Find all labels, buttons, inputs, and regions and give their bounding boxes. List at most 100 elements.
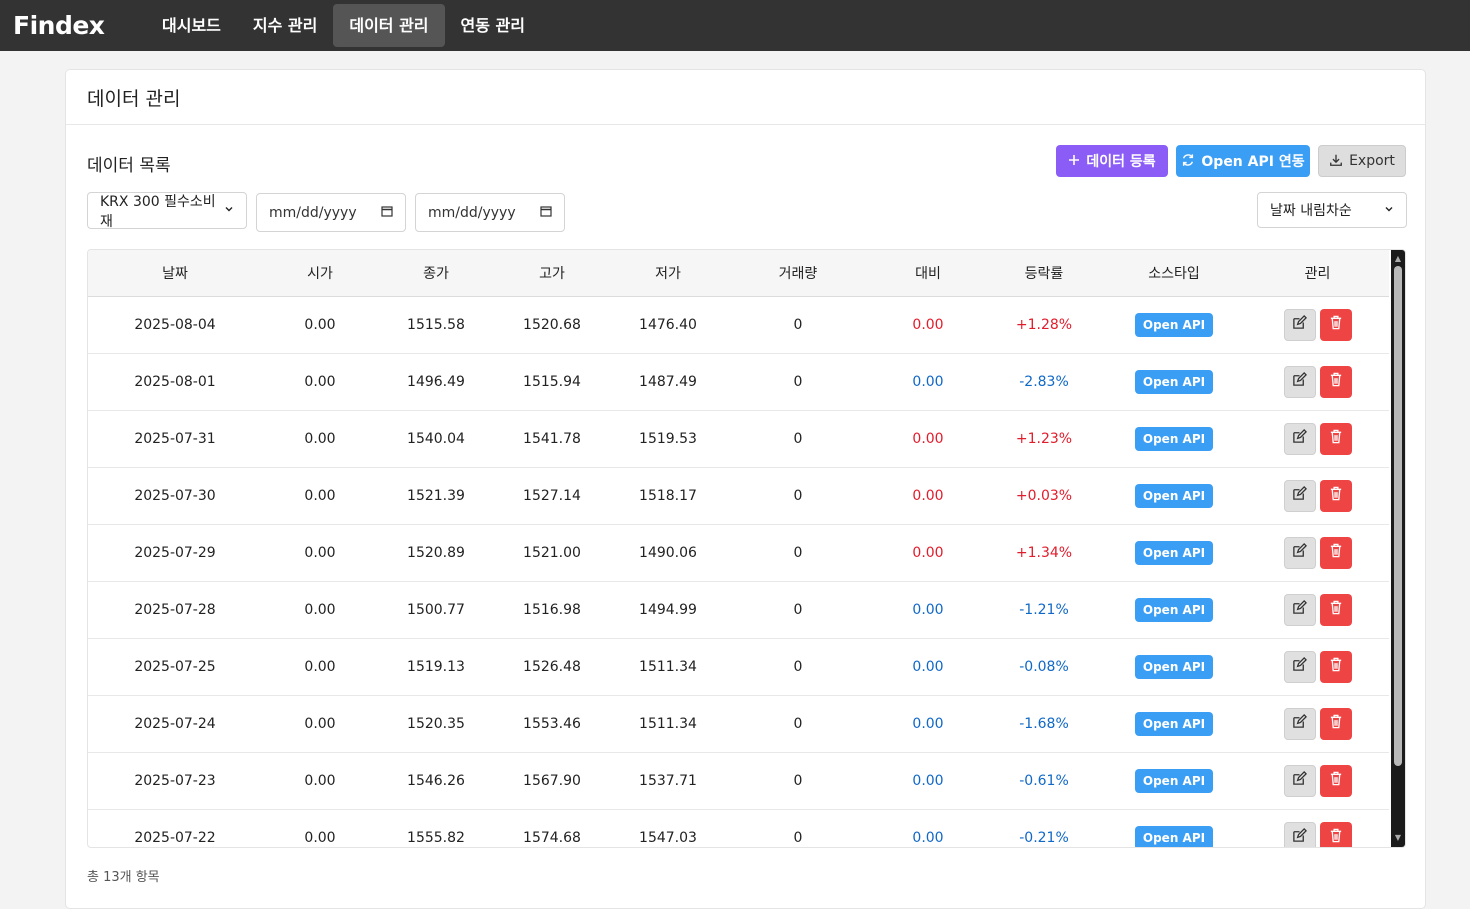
cell-low: 1547.03	[610, 809, 726, 847]
refresh-icon	[1181, 153, 1195, 170]
index-select[interactable]: KRX 300 필수소비재	[87, 192, 247, 230]
plus-icon	[1068, 154, 1080, 169]
cell-rate: +0.03%	[986, 467, 1102, 525]
cell-source-type: Open API	[1102, 410, 1246, 468]
source-type-badge: Open API	[1134, 654, 1214, 679]
cell-source-type: Open API	[1102, 695, 1246, 753]
delete-button[interactable]	[1319, 650, 1352, 683]
table-row: 2025-07-30 0.00 1521.39 1527.14 1518.17 0 0.00…	[88, 467, 1389, 525]
cell-high: 1516.98	[494, 581, 610, 639]
cell-low: 1511.34	[610, 638, 726, 696]
cell-volume: 0	[726, 467, 870, 525]
source-type-badge: Open API	[1134, 426, 1214, 451]
cell-date: 2025-08-04	[88, 296, 262, 354]
cell-high: 1541.78	[494, 410, 610, 468]
edit-button[interactable]	[1283, 764, 1316, 797]
col-date[interactable]: 날짜	[88, 250, 262, 297]
end-date-input[interactable]: mm/dd/yyyy	[415, 193, 565, 232]
cell-low: 1490.06	[610, 524, 726, 582]
cell-low: 1537.71	[610, 752, 726, 810]
cell-date: 2025-08-01	[88, 353, 262, 411]
delete-button[interactable]	[1319, 593, 1352, 626]
delete-button[interactable]	[1319, 707, 1352, 740]
edit-button[interactable]	[1283, 479, 1316, 512]
trash-icon	[1329, 657, 1343, 676]
table-scrollbar[interactable]: ▲ ▼	[1391, 250, 1405, 847]
cell-volume: 0	[726, 296, 870, 354]
trash-icon	[1329, 828, 1343, 847]
filter-bar: KRX 300 필수소비재 mm/dd/yyyy mm/dd/yyyy 날짜 내…	[66, 192, 1425, 232]
trash-icon	[1329, 429, 1343, 448]
delete-button[interactable]	[1319, 821, 1352, 847]
delete-button[interactable]	[1319, 764, 1352, 797]
col-close[interactable]: 종가	[378, 250, 494, 297]
edit-button[interactable]	[1283, 707, 1316, 740]
start-date-input[interactable]: mm/dd/yyyy	[256, 193, 406, 232]
scroll-thumb[interactable]	[1394, 266, 1402, 766]
cell-actions	[1246, 467, 1389, 525]
cell-volume: 0	[726, 581, 870, 639]
calendar-icon[interactable]	[381, 205, 393, 221]
delete-button[interactable]	[1319, 365, 1352, 398]
nav-data-management[interactable]: 데이터 관리	[333, 4, 445, 47]
trash-icon	[1329, 714, 1343, 733]
cell-change: 0.00	[870, 809, 986, 847]
col-volume[interactable]: 거래량	[726, 250, 870, 297]
cell-actions	[1246, 353, 1389, 411]
edit-button[interactable]	[1283, 308, 1316, 341]
edit-icon	[1292, 372, 1307, 391]
edit-button[interactable]	[1283, 422, 1316, 455]
cell-low: 1476.40	[610, 296, 726, 354]
calendar-icon[interactable]	[540, 205, 552, 221]
edit-icon	[1292, 828, 1307, 847]
table-row: 2025-07-23 0.00 1546.26 1567.90 1537.71 0 0.00…	[88, 752, 1389, 810]
cell-actions	[1246, 638, 1389, 696]
cell-rate: +1.34%	[986, 524, 1102, 582]
sort-select[interactable]: 날짜 내림차순	[1257, 192, 1407, 228]
scroll-up-arrow-icon[interactable]: ▲	[1391, 252, 1405, 266]
trash-icon	[1329, 771, 1343, 790]
delete-button[interactable]	[1319, 422, 1352, 455]
cell-volume: 0	[726, 752, 870, 810]
col-rate[interactable]: 등락률	[986, 250, 1102, 297]
scroll-down-arrow-icon[interactable]: ▼	[1391, 831, 1405, 845]
edit-button[interactable]	[1283, 821, 1316, 847]
edit-button[interactable]	[1283, 650, 1316, 683]
export-button[interactable]: Export	[1318, 145, 1406, 177]
open-api-sync-button[interactable]: Open API 연동	[1176, 145, 1310, 177]
cell-date: 2025-07-30	[88, 467, 262, 525]
section-title: 데이터 목록	[87, 156, 171, 176]
cell-close: 1515.58	[378, 296, 494, 354]
cell-open: 0.00	[262, 695, 378, 753]
cell-low: 1511.34	[610, 695, 726, 753]
cell-open: 0.00	[262, 524, 378, 582]
edit-button[interactable]	[1283, 593, 1316, 626]
delete-button[interactable]	[1319, 479, 1352, 512]
col-change[interactable]: 대비	[870, 250, 986, 297]
nav-integration-management[interactable]: 연동 관리	[445, 4, 541, 47]
cell-open: 0.00	[262, 410, 378, 468]
cell-high: 1521.00	[494, 524, 610, 582]
delete-button[interactable]	[1319, 308, 1352, 341]
cell-actions	[1246, 695, 1389, 753]
cell-rate: -0.08%	[986, 638, 1102, 696]
col-open[interactable]: 시가	[262, 250, 378, 297]
table-row: 2025-07-29 0.00 1520.89 1521.00 1490.06 0 0.00…	[88, 524, 1389, 582]
nav-index-management[interactable]: 지수 관리	[237, 4, 333, 47]
cell-open: 0.00	[262, 296, 378, 354]
source-type-badge: Open API	[1134, 825, 1214, 847]
cell-change: 0.00	[870, 695, 986, 753]
edit-button[interactable]	[1283, 365, 1316, 398]
trash-icon	[1329, 372, 1343, 391]
card-header: 데이터 관리	[66, 70, 1425, 125]
cell-source-type: Open API	[1102, 353, 1246, 411]
delete-button[interactable]	[1319, 536, 1352, 569]
col-low[interactable]: 저가	[610, 250, 726, 297]
brand-logo[interactable]: Findex	[13, 11, 146, 40]
add-data-button[interactable]: 데이터 등록	[1056, 145, 1168, 177]
cell-date: 2025-07-24	[88, 695, 262, 753]
edit-button[interactable]	[1283, 536, 1316, 569]
main-nav: 대시보드 지수 관리 데이터 관리 연동 관리	[146, 4, 541, 47]
col-high[interactable]: 고가	[494, 250, 610, 297]
nav-dashboard[interactable]: 대시보드	[146, 4, 237, 47]
